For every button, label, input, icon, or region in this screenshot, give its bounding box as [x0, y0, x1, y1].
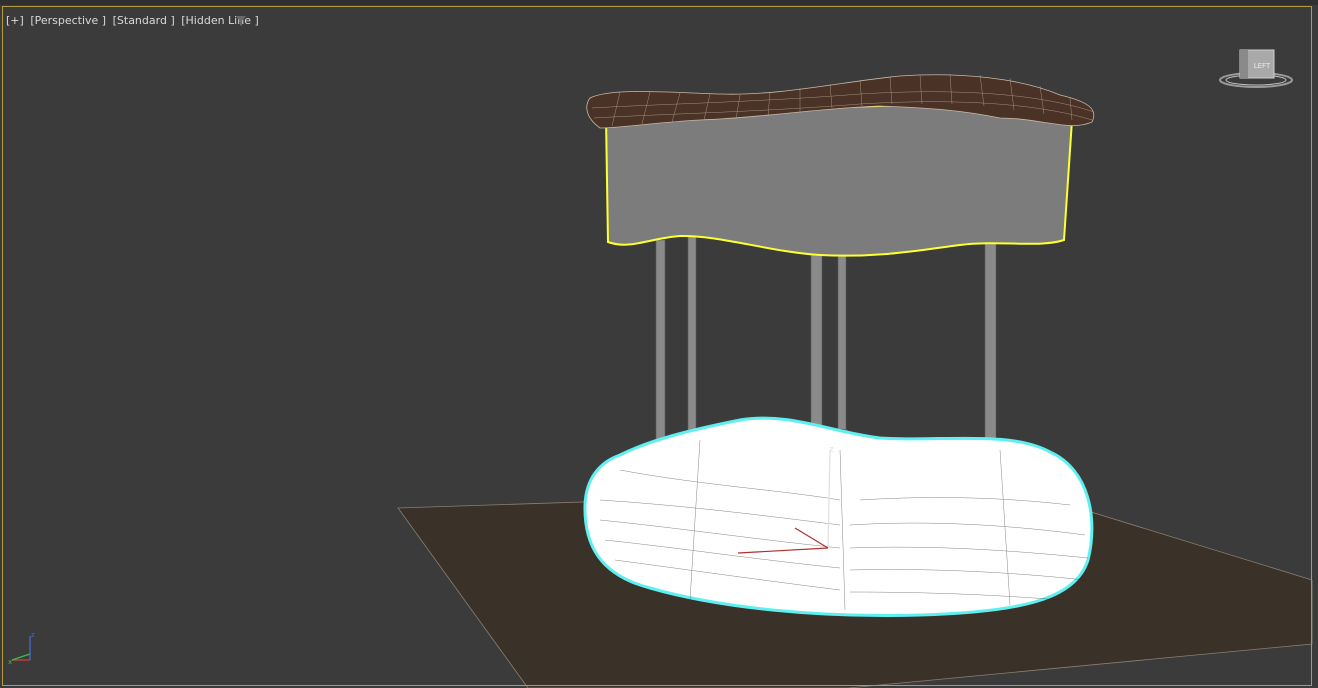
viewport-view-menu[interactable]: [Perspective ] — [30, 14, 106, 27]
svg-text:z: z — [829, 445, 834, 455]
leg-front-left — [655, 239, 666, 453]
axis-x-label: x — [8, 658, 12, 666]
viewport-menu-plus[interactable]: [+] — [6, 14, 24, 27]
cushion-object[interactable] — [583, 416, 1094, 618]
viewport-shading-menu[interactable]: [Standard ] — [113, 14, 175, 27]
viewcube-face-label: LEFT — [1254, 62, 1271, 70]
scene-canvas[interactable]: z — [0, 0, 1318, 688]
leg-back-left — [687, 234, 697, 436]
leg-back-mid — [837, 254, 847, 434]
leg-right — [984, 239, 997, 441]
axis-z-label: z — [31, 631, 35, 639]
viewcube-icon[interactable]: LEFT — [1216, 44, 1296, 94]
filter-icon[interactable] — [235, 15, 247, 27]
axis-tripod-icon: x z — [8, 631, 35, 666]
viewport-label: [+] [Perspective ] [Standard ] [Hidden L… — [6, 14, 262, 27]
table-apron[interactable] — [604, 103, 1074, 257]
viewport-style-menu[interactable]: [Hidden Line ] — [181, 14, 259, 27]
perspective-viewport[interactable]: z [+] [Perspective] [Standard] [Hidden… — [0, 0, 1318, 688]
